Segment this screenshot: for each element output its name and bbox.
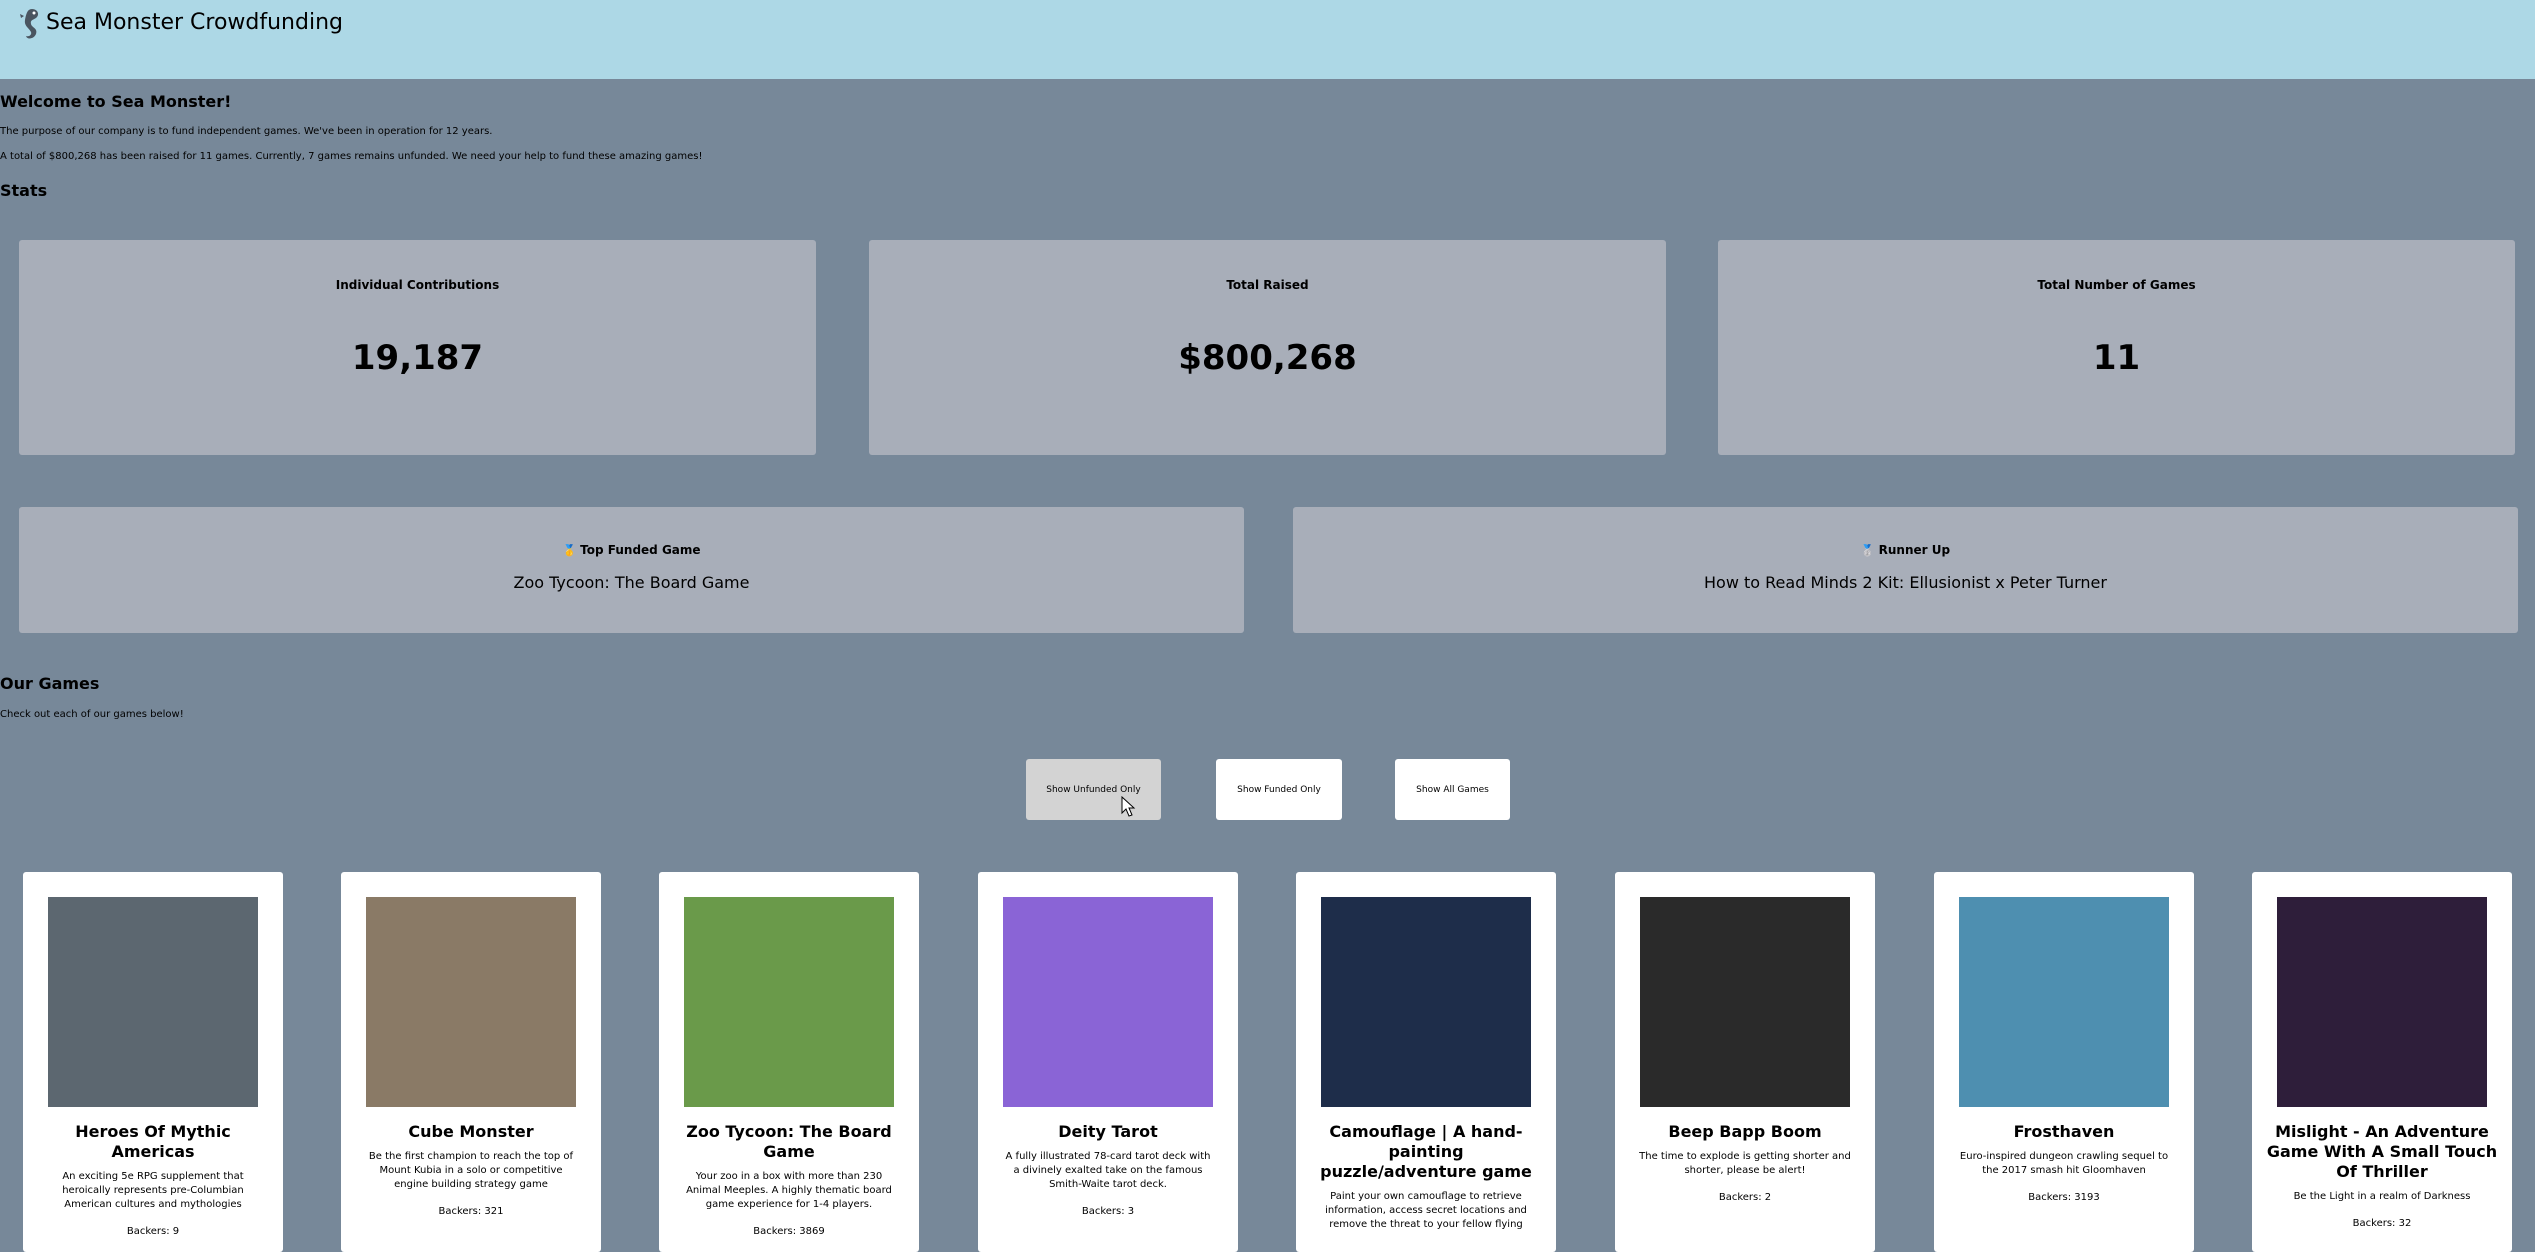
game-title: Mislight - An Adventure Game With A Smal… <box>2266 1122 2498 1181</box>
game-title: Zoo Tycoon: The Board Game <box>686 1122 892 1161</box>
stat-label: Individual Contributions <box>335 278 500 292</box>
games-heading: Our Games <box>0 674 100 693</box>
game-backers: Backers: 3193 <box>2028 1192 2100 1203</box>
game-card[interactable]: Heroes Of Mythic Americas An exciting 5e … <box>23 872 283 1252</box>
game-card[interactable]: Deity Tarot A fully illustrated 78-card t… <box>978 872 1238 1252</box>
game-description: Be the first champion to reach the top o… <box>368 1151 574 1190</box>
top-funded-label: Top Funded Game <box>580 543 701 557</box>
game-image <box>48 897 258 1107</box>
game-description: A fully illustrated 78-card tarot deck w… <box>1005 1151 1211 1190</box>
game-image <box>1640 897 1850 1107</box>
runner-up-card: 🥈 Runner Up How to Read Minds 2 Kit: Ellu… <box>1293 507 2518 633</box>
game-info: Zoo Tycoon: The Board Game Your zoo in a … <box>673 1122 905 1242</box>
page-title: Sea Monster Crowdfunding <box>46 10 343 35</box>
game-backers: Backers: 3869 <box>753 1226 825 1237</box>
game-image <box>1959 897 2169 1107</box>
seahorse-icon <box>20 9 39 39</box>
show-funded-button[interactable]: Show Funded Only <box>1216 759 1342 820</box>
game-backers: Backers: 9 <box>126 1226 180 1237</box>
top-funded-name: Zoo Tycoon: The Board Game <box>513 573 750 592</box>
game-image <box>1003 897 1213 1107</box>
games-subtitle: Check out each of our games below! <box>0 709 184 720</box>
runner-up-name: How to Read Minds 2 Kit: Ellusionist x P… <box>1704 573 2107 592</box>
game-title: Camouflage | A hand-painting puzzle/adve… <box>1320 1122 1532 1181</box>
game-card[interactable]: Beep Bapp Boom The time to explode is get… <box>1615 872 1875 1252</box>
stat-value: 19,187 <box>351 338 484 378</box>
game-title: Deity Tarot <box>1058 1122 1158 1141</box>
game-info: Heroes Of Mythic Americas An exciting 5e … <box>37 1122 269 1242</box>
show-all-button[interactable]: Show All Games <box>1395 759 1510 820</box>
game-backers: Backers: 2 <box>1718 1192 1772 1203</box>
game-image <box>2277 897 2487 1107</box>
game-title: Cube Monster <box>408 1122 534 1141</box>
game-description: Your zoo in a box with more than 230 Ani… <box>686 1171 892 1210</box>
stat-value: 11 <box>2092 338 2141 378</box>
game-backers: Backers: 3 <box>1081 1206 1135 1217</box>
stat-card-raised: Total Raised $800,268 <box>869 240 1666 455</box>
top-funded-card: 🥇 Top Funded Game Zoo Tycoon: The Board G… <box>19 507 1244 633</box>
game-info: Deity Tarot A fully illustrated 78-card t… <box>992 1122 1224 1222</box>
game-description: Euro-inspired dungeon crawling sequel to… <box>1959 1151 2169 1176</box>
top-header: Sea Monster Crowdfunding <box>0 0 2535 79</box>
show-unfunded-button[interactable]: Show Unfunded Only <box>1026 759 1161 820</box>
game-card[interactable]: Cube Monster Be the first champion to rea… <box>341 872 601 1252</box>
game-description: Be the Light in a realm of Darkness <box>2293 1191 2471 1202</box>
silver-medal-icon: 🥈 <box>1860 544 1875 557</box>
welcome-text-1: The purpose of our company is to fund in… <box>0 126 493 137</box>
welcome-text-2: A total of $800,268 has been raised for … <box>0 151 703 162</box>
game-info: Cube Monster Be the first champion to rea… <box>355 1122 587 1222</box>
game-card[interactable]: Mislight - An Adventure Game With A Smal… <box>2252 872 2512 1252</box>
game-image <box>684 897 894 1107</box>
game-description: An exciting 5e RPG supplement that heroi… <box>62 1171 244 1210</box>
stat-label: Total Raised <box>1226 278 1309 292</box>
game-title: Beep Bapp Boom <box>1668 1122 1822 1141</box>
game-title: Frosthaven <box>2013 1122 2115 1141</box>
game-info: Beep Bapp Boom The time to explode is get… <box>1629 1122 1861 1208</box>
game-image <box>1321 897 1531 1107</box>
game-info: Camouflage | A hand-painting puzzle/adve… <box>1310 1122 1542 1242</box>
game-description: The time to explode is getting shorter a… <box>1639 1151 1851 1176</box>
stats-heading: Stats <box>0 181 48 200</box>
game-backers: Backers: 32 <box>2352 1218 2412 1229</box>
stat-card-contributions: Individual Contributions 19,187 <box>19 240 816 455</box>
game-backers: Backers: 321 <box>438 1206 504 1217</box>
mouse-cursor-icon <box>1121 796 1136 817</box>
stat-card-num-games: Total Number of Games 11 <box>1718 240 2515 455</box>
game-card[interactable]: Zoo Tycoon: The Board Game Your zoo in a … <box>659 872 919 1252</box>
game-title: Heroes Of Mythic Americas <box>75 1122 231 1161</box>
stat-label: Total Number of Games <box>2037 278 2196 292</box>
stat-value: $800,268 <box>1178 338 1357 378</box>
game-description: Paint your own camouflage to retrieve in… <box>1325 1191 1527 1230</box>
game-card[interactable]: Camouflage | A hand-painting puzzle/adve… <box>1296 872 1556 1252</box>
game-card[interactable]: Frosthaven Euro-inspired dungeon crawling… <box>1934 872 2194 1252</box>
runner-up-label: Runner Up <box>1878 543 1951 557</box>
game-info: Frosthaven Euro-inspired dungeon crawling… <box>1948 1122 2180 1208</box>
welcome-heading: Welcome to Sea Monster! <box>0 92 232 111</box>
gold-medal-icon: 🥇 <box>562 544 577 557</box>
game-info: Mislight - An Adventure Game With A Smal… <box>2266 1122 2498 1234</box>
game-image <box>366 897 576 1107</box>
